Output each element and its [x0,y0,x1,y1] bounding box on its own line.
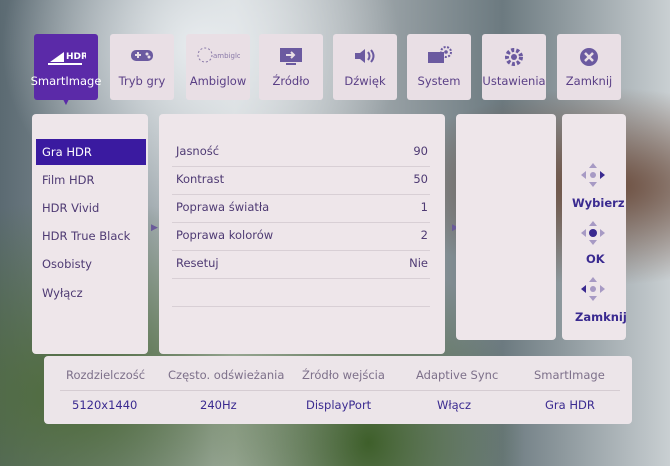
submenu-panel [456,114,556,340]
setting-label: Jasność [176,144,220,158]
setting-row-empty [172,278,430,307]
ambiglow-icon: ambiglow [196,46,247,67]
osd-menu: HDR SmartImage ▼ Tryb gry ambiglow Ambig… [0,0,670,466]
setting-value: 2 [420,228,428,242]
setting-value: 50 [413,172,428,186]
status-value-input-source: DisplayPort [306,398,372,412]
mode-item-gra-hdr[interactable]: Gra HDR [36,139,146,165]
joystick-ok-icon [580,220,606,250]
close-icon [578,46,600,71]
nav-label-select: Wybierz [572,196,625,210]
setting-value: Nie [409,256,428,270]
tab-label: Źródło [272,74,310,88]
hdr-icon: HDR [46,46,88,71]
tab-tryb-gry[interactable]: Tryb gry [110,34,174,100]
tab-ustawienia[interactable]: Ustawienia [482,34,546,100]
tab-label: Ambiglow [189,74,247,88]
chevron-right-icon: ▶ [151,223,158,233]
nav-label-ok: OK [586,252,605,266]
joystick-icon [580,162,606,192]
status-value-resolution: 5120x1440 [72,398,138,412]
tab-label: Zamknij [565,74,613,88]
setting-label: Resetuj [176,256,219,270]
status-value-refresh-rate: 240Hz [200,398,237,412]
status-divider [60,390,620,391]
status-label-input-source: Źródło wejścia [302,368,385,382]
status-value-adaptive-sync: Włącz [437,398,472,412]
svg-text:HDR: HDR [66,52,86,62]
mode-item-wylacz[interactable]: Wyłącz [36,280,146,306]
tab-smartimage[interactable]: HDR SmartImage ▼ [31,34,101,107]
tab-zamknij[interactable]: Zamknij [557,34,621,100]
mode-item-osobisty[interactable]: Osobisty [36,251,146,277]
tab-label: Tryb gry [118,74,166,88]
status-label-adaptive-sync: Adaptive Sync [416,368,499,382]
setting-row-kontrast[interactable]: Kontrast 50 [172,166,430,195]
status-label-smartimage: SmartImage [534,368,605,382]
tab-ambiglow[interactable]: ambiglow Ambiglow [186,34,250,100]
setting-label: Poprawa kolorów [176,228,274,242]
tab-dzwiek[interactable]: Dźwięk [333,34,397,100]
tab-label: SmartImage [30,74,102,88]
setting-row-jasnosc[interactable]: Jasność 90 [172,138,430,167]
mode-item-hdr-true-black[interactable]: HDR True Black [36,223,146,249]
nav-label-close: Zamknij [575,310,627,324]
setting-value: 1 [420,200,428,214]
setting-label: Kontrast [176,172,225,186]
tab-system[interactable]: System [407,34,471,100]
system-icon [425,46,453,69]
status-value-smartimage: Gra HDR [545,398,595,412]
chevron-down-icon: ▼ [62,97,70,107]
setting-label: Poprawa światła [176,200,270,214]
tab-label: Dźwięk [344,74,386,88]
mode-item-hdr-vivid[interactable]: HDR Vivid [36,195,146,221]
setting-row-poprawa-swiatla[interactable]: Poprawa światła 1 [172,194,430,223]
status-label-resolution: Rozdzielczość [66,368,146,382]
setting-value: 90 [413,144,428,158]
setting-row-poprawa-kolorow[interactable]: Poprawa kolorów 2 [172,222,430,251]
input-source-icon [278,46,304,69]
tab-label: Ustawienia [482,74,546,88]
gamepad-icon [128,46,156,67]
tab-label: System [417,74,461,88]
gear-icon [503,46,525,71]
speaker-icon [352,46,378,69]
status-label-refresh-rate: Często. odświeżania [168,368,285,382]
tab-zrodlo[interactable]: Źródło [259,34,323,100]
mode-item-film-hdr[interactable]: Film HDR [36,167,146,193]
svg-text:ambiglow: ambiglow [213,52,240,60]
setting-row-resetuj[interactable]: Resetuj Nie [172,250,430,279]
joystick-back-icon [580,276,606,306]
